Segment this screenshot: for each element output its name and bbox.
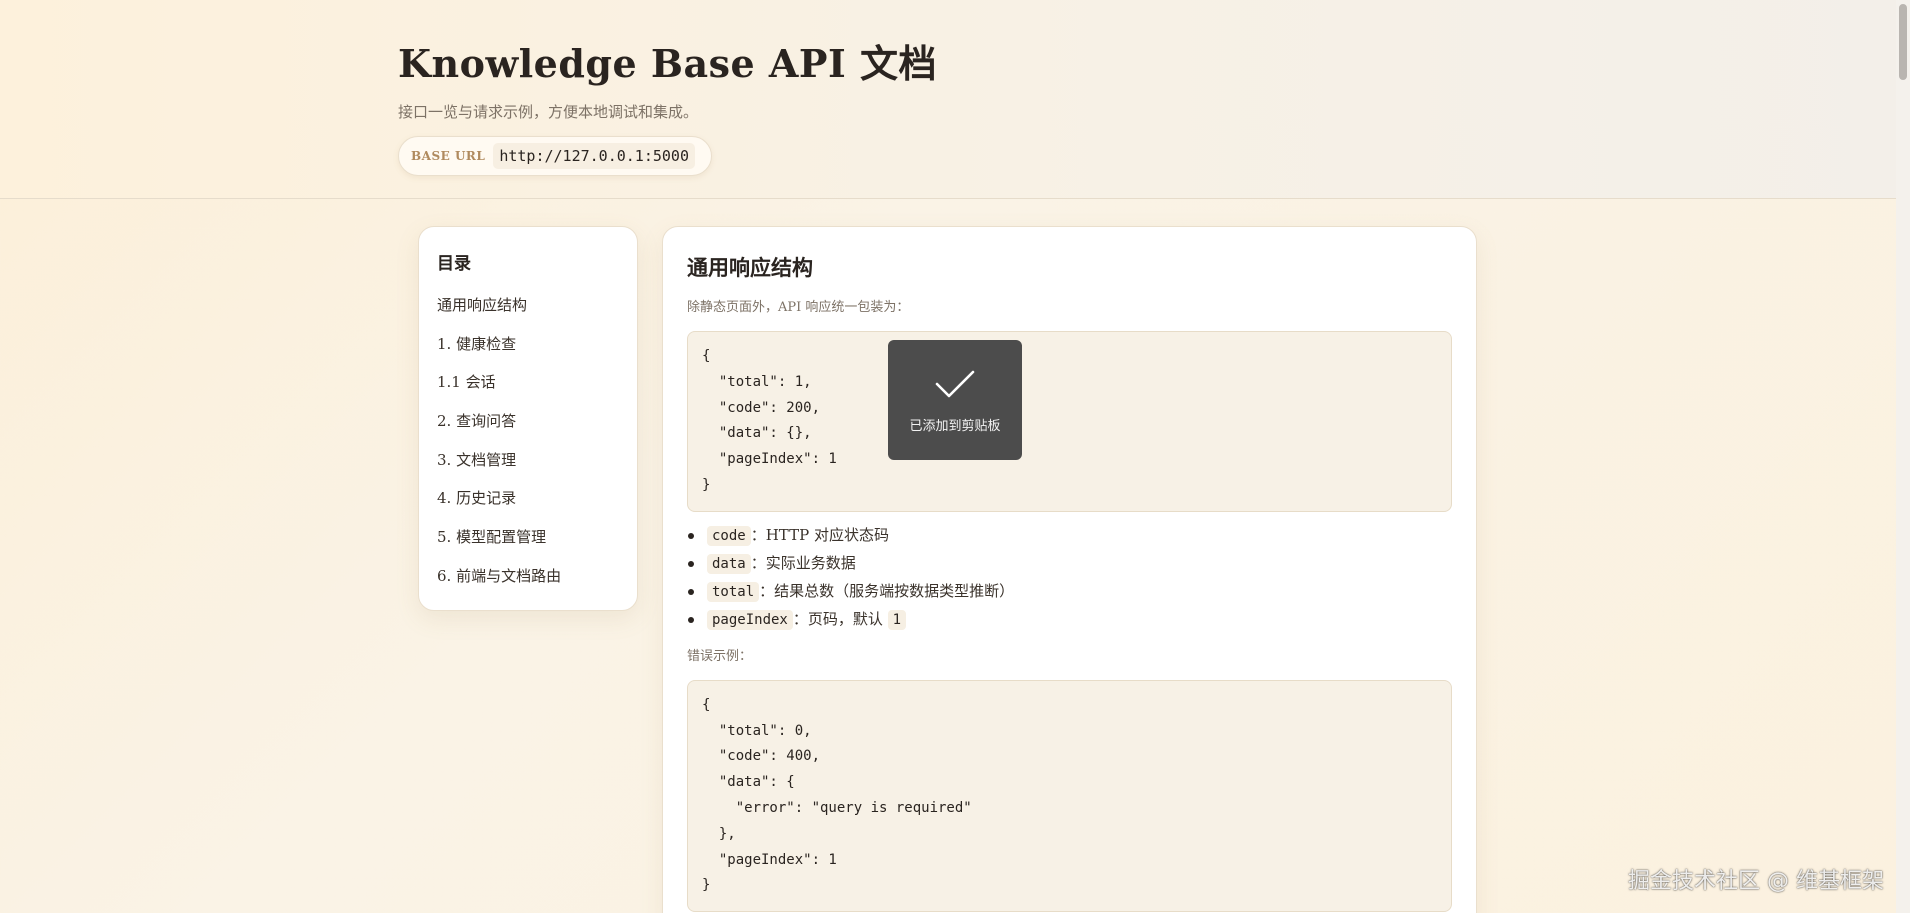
field-description: ：HTTP 对应状态码 (750, 525, 889, 544)
field-description: ：实际业务数据 (750, 553, 856, 572)
list-item: code ：HTTP 对应状态码 (687, 522, 1452, 550)
base-url-pill: BASE URL http://127.0.0.1:5000 (398, 136, 712, 176)
scrollbar-thumb[interactable] (1899, 4, 1907, 80)
field-description: ：结果总数（服务端按数据类型推断） (759, 581, 1015, 600)
page-scrollbar[interactable] (1896, 0, 1910, 913)
toc-title: 目录 (437, 254, 471, 274)
toc-item-query[interactable]: 2. 查询问答 (437, 402, 619, 441)
field-name: code (707, 525, 751, 546)
toc-item-documents[interactable]: 3. 文档管理 (437, 441, 619, 480)
field-name: data (707, 553, 751, 574)
toc-item-frontend-routes[interactable]: 6. 前端与文档路由 (437, 557, 619, 596)
base-url-label: BASE URL (411, 149, 486, 163)
toc-item-health-check[interactable]: 1. 健康检查 (437, 325, 619, 364)
toc-item-model-config[interactable]: 5. 模型配置管理 (437, 518, 619, 557)
main-content: 通用响应结构 除静态页面外，API 响应统一包装为： { "total": 1,… (662, 226, 1477, 913)
field-description: ：页码，默认 (792, 609, 883, 628)
toc-item-common-response[interactable]: 通用响应结构 (437, 286, 619, 325)
section-title: 通用响应结构 (687, 255, 813, 280)
page-header: Knowledge Base API 文档 接口一览与请求示例，方便本地调试和集… (0, 0, 1896, 199)
success-response-code[interactable]: { "total": 1, "code": 200, "data": {}, "… (687, 331, 1452, 512)
toc-item-session[interactable]: 1.1 会话 (437, 363, 619, 402)
base-url-value[interactable]: http://127.0.0.1:5000 (493, 143, 695, 169)
list-item: total ：结果总数（服务端按数据类型推断） (687, 578, 1452, 606)
toc-sidebar: 目录 通用响应结构 1. 健康检查 1.1 会话 2. 查询问答 3. 文档管理… (418, 226, 638, 611)
error-response-code[interactable]: { "total": 0, "code": 400, "data": { "er… (687, 679, 1452, 913)
page-title: Knowledge Base API 文档 (398, 41, 937, 86)
list-item: pageIndex ：页码，默认 1 (687, 606, 1452, 634)
field-name: pageIndex (707, 609, 793, 630)
error-example-label: 错误示例： (687, 648, 753, 664)
toast-message: 已添加到剪贴板 (909, 418, 1001, 434)
section-description: 除静态页面外，API 响应统一包装为： (687, 300, 910, 315)
field-name: total (707, 581, 760, 602)
toc-item-history[interactable]: 4. 历史记录 (437, 479, 619, 518)
clipboard-toast: 已添加到剪贴板 (888, 340, 1022, 460)
list-item: data ：实际业务数据 (687, 550, 1452, 578)
check-icon (935, 370, 975, 397)
header-content: Knowledge Base API 文档 接口一览与请求示例，方便本地调试和集… (398, 42, 937, 176)
field-list: code ：HTTP 对应状态码 data ：实际业务数据 total ：结果总数（服… (687, 522, 1452, 634)
watermark: 掘金技术社区 @ 维基框架 (1628, 869, 1884, 894)
page-subtitle: 接口一览与请求示例，方便本地调试和集成。 (398, 103, 699, 121)
default-value: 1 (887, 609, 907, 630)
